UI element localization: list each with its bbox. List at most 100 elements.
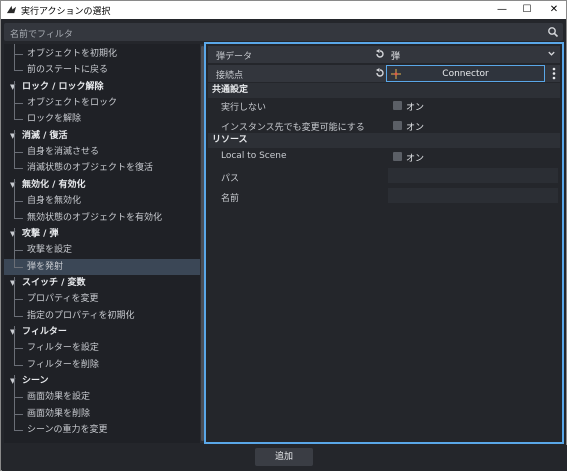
tree-guide-line [14,130,15,168]
tree-category-label: 無効化 / 有効化 [22,180,86,190]
maximize-button[interactable]: ☐ [512,1,542,19]
title-bar: 実行アクションの選択 — ☐ ✕ [1,1,566,19]
tree-guide-line [14,326,15,365]
add-button[interactable]: 追加 [255,448,313,466]
common-settings-section[interactable]: 共通設定 [208,83,560,98]
tree-item[interactable]: 自身を消滅させる [4,144,200,160]
resource-section[interactable]: リソース [208,133,560,148]
instance-editable-checkbox[interactable] [393,121,402,130]
inspector-panel: 弾データ 弾 接続点 Connector 共通設定 実行しない オン インスタン… [204,42,564,444]
tree-item-label: 画面効果を削除 [27,409,91,419]
bullet-data-value[interactable]: 弾 [391,49,400,62]
tree-item[interactable]: 無効状態のオブジェクトを有効化 [4,210,200,226]
tree-category[interactable]: ▼ ロック / ロック解除 [4,79,200,95]
tree-item[interactable]: フィルターを削除 [4,357,200,373]
local-to-scene-checkbox[interactable] [393,152,402,161]
tree-guide-line [14,277,15,316]
tree-category-label: 消滅 / 復活 [22,131,68,141]
tree-category[interactable]: ▼ シーン [4,373,200,389]
tree-guide-line [14,316,23,317]
tree-category-label: スイッチ / 変数 [22,278,86,288]
tree-guide-line [14,44,15,70]
tree-guide-line [14,81,15,119]
tree-guide-line [14,430,23,431]
window-title: 実行アクションの選択 [21,7,111,17]
tree-item[interactable]: シーンの重力を変更 [4,422,200,438]
name-field[interactable] [388,188,558,203]
tree-category-label: シーン [22,376,49,386]
tree-category[interactable]: ▼ スイッチ / 変数 [4,275,200,291]
tree-item-label: 無効状態のオブジェクトを有効化 [27,213,163,223]
tree-category[interactable]: ▼ フィルター [4,324,200,340]
revert-icon[interactable] [374,48,386,60]
tree-item-label: 自身を消滅させる [27,147,100,157]
no-execute-check-label[interactable]: オン [406,100,424,113]
tree-item-label: オブジェクトを初期化 [27,49,118,59]
local-to-scene-label: Local to Scene [221,151,287,161]
path-field[interactable] [388,168,558,183]
tree-guide-line [14,365,23,366]
revert-icon[interactable] [374,67,386,79]
tree-guide-line [14,168,23,169]
search-icon[interactable] [547,26,559,38]
tree-item[interactable]: 消滅状態のオブジェクトを復活 [4,160,200,176]
tree-guide-line [14,201,23,202]
tree-guide-line [14,103,23,104]
tree-item[interactable]: プロパティを変更 [4,291,200,307]
tree-item[interactable]: 画面効果を削除 [4,406,200,422]
instance-editable-check-label[interactable]: オン [406,120,424,133]
tree-guide-line [14,179,15,218]
connector-field[interactable]: Connector [386,65,545,82]
tree-item[interactable]: フィルターを設定 [4,340,200,356]
tree-category[interactable]: ▼ 無効化 / 有効化 [4,177,200,193]
tree-item-label: 弾を発射 [27,262,64,272]
tree-guide-line [14,119,23,120]
tree-item[interactable]: ロックを解除 [4,111,200,127]
tree-guide-line [14,228,15,267]
tree-guide-line [14,70,23,71]
tree-item[interactable]: 前のステートに戻る [4,62,200,78]
bullet-data-label: 弾データ [216,52,253,62]
no-execute-label: 実行しない [221,103,267,113]
tree-item-label: 画面効果を設定 [27,392,91,402]
more-options-icon[interactable] [550,67,558,80]
tree-guide-line [14,414,23,415]
close-button[interactable]: ✕ [539,1,567,19]
bullet-data-row: 弾データ 弾 [208,46,560,63]
tree-guide-line [14,250,23,251]
connection-point-row: 接続点 Connector [208,65,560,82]
tree-guide-line [14,375,15,430]
tree-guide-line [14,397,23,398]
connection-point-label: 接続点 [216,71,244,81]
filter-placeholder: 名前でフィルタ [10,30,73,40]
instance-editable-label: インスタンス先でも変更可能にする [221,123,365,133]
filter-input[interactable]: 名前でフィルタ [4,23,563,41]
tree-item[interactable]: 弾を発射 [4,259,200,275]
name-label: 名前 [221,194,240,204]
tree-item-label: 消滅状態のオブジェクトを復活 [27,163,154,173]
tree-category-label: 攻撃 / 弾 [22,229,59,239]
tree-item[interactable]: オブジェクトを初期化 [4,46,200,62]
tree-category-label: フィルター [22,327,67,337]
tree-item-label: ロックを解除 [27,114,82,124]
dialog-window: 実行アクションの選択 — ☐ ✕ 名前でフィルタ オブジェクトを初期化前のステー… [0,0,567,471]
tree-category[interactable]: ▼ 消滅 / 復活 [4,128,200,144]
tree-item[interactable]: オブジェクトをロック [4,95,200,111]
chevron-down-icon[interactable] [547,49,556,58]
tree-item-label: 攻撃を設定 [27,245,73,255]
tree-item-label: フィルターを設定 [27,343,99,353]
tree-item-label: 自身を無効化 [27,196,82,206]
tree-item[interactable]: 画面効果を設定 [4,389,200,405]
no-execute-checkbox[interactable] [393,101,402,110]
tree-item[interactable]: 攻撃を設定 [4,242,200,258]
tree-item-label: プロパティを変更 [27,294,99,304]
app-icon [6,5,17,14]
tree-item[interactable]: 自身を無効化 [4,193,200,209]
local-to-scene-check-label[interactable]: オン [406,151,424,164]
tree-guide-line [14,348,23,349]
tree-item-label: オブジェクトをロック [27,98,118,108]
tree-item-label: フィルターを削除 [27,360,99,370]
tree-item-label: シーンの重力を変更 [27,425,108,435]
tree-item[interactable]: 指定のプロパティを初期化 [4,308,200,324]
tree-category[interactable]: ▼ 攻撃 / 弾 [4,226,200,242]
